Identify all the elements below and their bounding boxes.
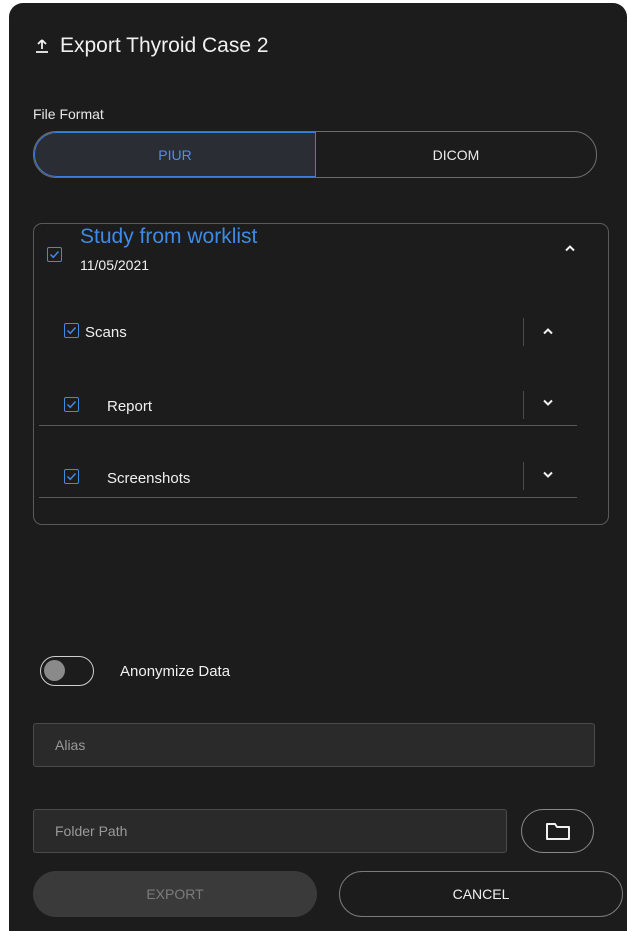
folder-path-input[interactable]: Folder Path	[33, 809, 507, 853]
file-format-label: File Format	[33, 106, 104, 122]
chevron-up-icon[interactable]	[564, 244, 576, 252]
check-icon	[66, 472, 77, 481]
study-checkbox[interactable]	[47, 247, 62, 262]
screenshots-label: Screenshots	[107, 470, 191, 487]
format-option-dicom[interactable]: DICOM	[316, 132, 596, 177]
anonymize-toggle[interactable]	[40, 656, 94, 686]
check-icon	[66, 400, 77, 409]
check-icon	[49, 250, 60, 259]
alias-input[interactable]: Alias	[33, 723, 595, 767]
chevron-up-icon[interactable]	[542, 327, 554, 335]
scans-checkbox[interactable]	[64, 323, 79, 338]
export-button[interactable]: EXPORT	[33, 871, 317, 917]
study-title: Study from worklist	[80, 225, 258, 248]
check-icon	[66, 326, 77, 335]
cancel-button[interactable]: CANCEL	[339, 871, 623, 917]
dialog-title-text: Export Thyroid Case 2	[60, 34, 269, 57]
divider	[39, 497, 577, 498]
toggle-knob	[44, 660, 65, 681]
study-date: 11/05/2021	[80, 257, 150, 273]
folder-icon	[545, 823, 570, 840]
file-format-selector: PIUR DICOM	[33, 131, 597, 178]
screenshots-checkbox[interactable]	[64, 469, 79, 484]
divider	[523, 318, 524, 346]
scans-label: Scans	[85, 324, 127, 341]
format-option-piur[interactable]: PIUR	[34, 132, 316, 177]
browse-folder-button[interactable]	[521, 809, 594, 853]
report-checkbox[interactable]	[64, 397, 79, 412]
chevron-down-icon[interactable]	[542, 471, 554, 479]
divider	[523, 391, 524, 419]
report-label: Report	[107, 398, 153, 415]
anonymize-label: Anonymize Data	[120, 663, 231, 680]
chevron-down-icon[interactable]	[542, 399, 554, 407]
dialog-title: Export Thyroid Case 2	[34, 34, 269, 58]
upload-icon	[34, 38, 50, 54]
divider	[39, 425, 577, 426]
divider	[523, 462, 524, 490]
